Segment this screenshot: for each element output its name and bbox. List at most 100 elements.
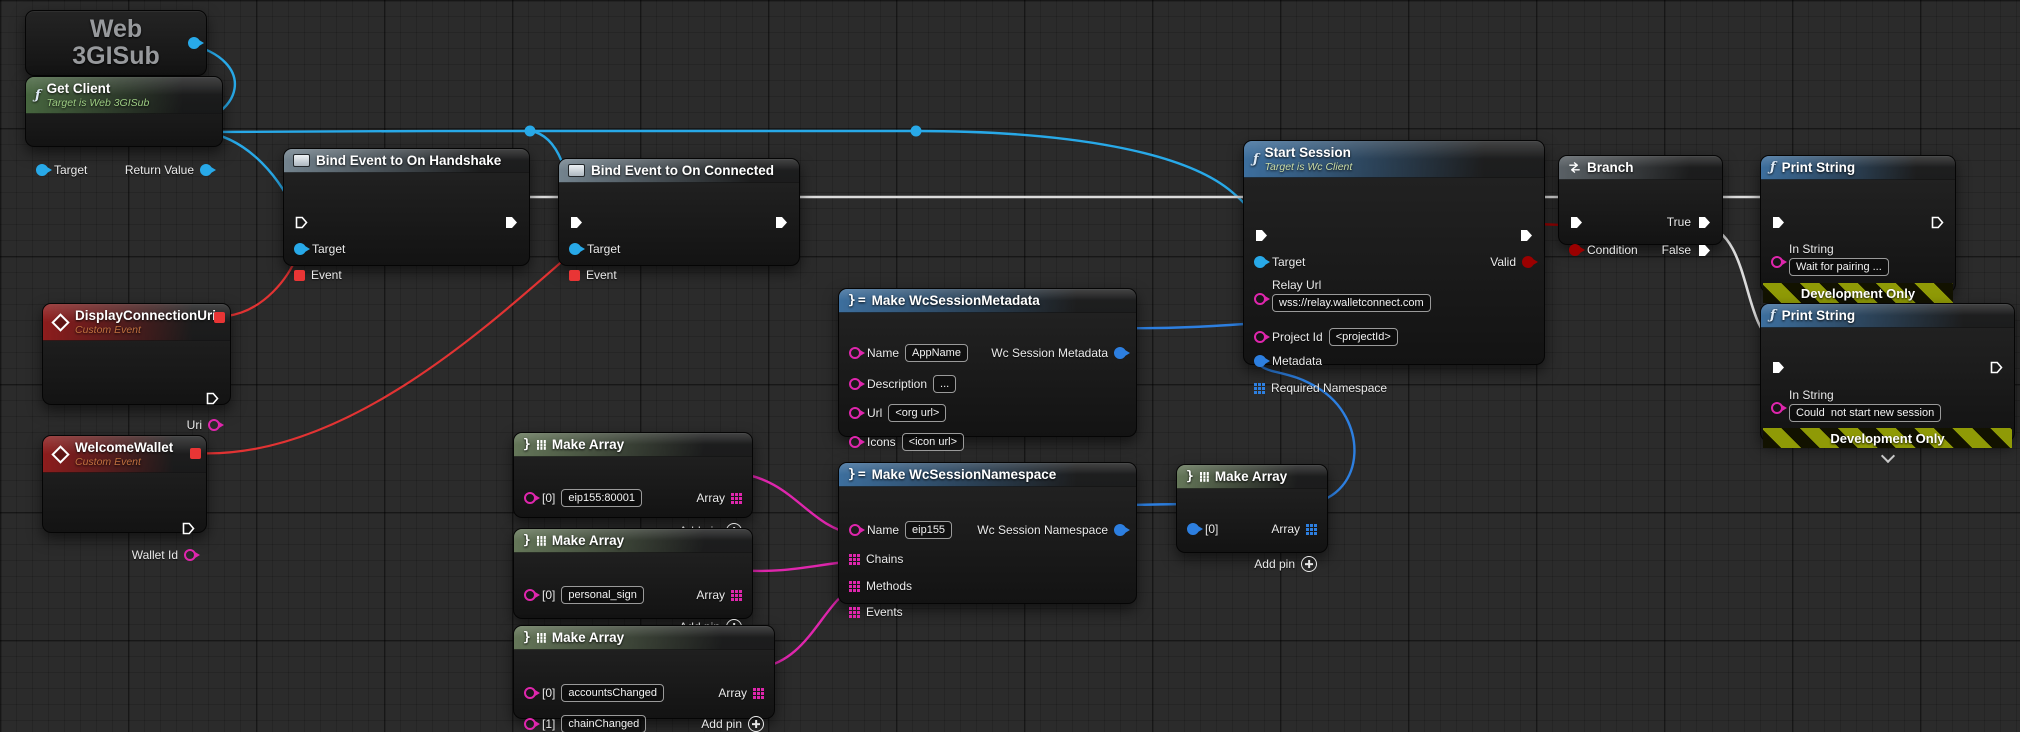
description-pin[interactable]	[849, 378, 865, 390]
node-make-wcsessionmetadata[interactable]: } = Make WcSessionMetadata Name AppName W…	[838, 288, 1137, 451]
relay-url-field[interactable]: wss://relay.walletconnect.com	[1272, 294, 1431, 313]
name-field[interactable]: eip155	[905, 521, 953, 539]
exec-out-pin[interactable]	[1519, 228, 1534, 243]
pin-label: Name	[867, 523, 900, 537]
add-pin-button[interactable]	[1301, 556, 1317, 572]
url-pin[interactable]	[849, 407, 865, 419]
array-output-pin[interactable]	[731, 589, 742, 601]
node-make-array-namespaces[interactable]: } Make Array [0] Array Add pin	[1176, 464, 1328, 572]
icons-field[interactable]: <icon url>	[901, 433, 964, 451]
node-title: Bind Event to On Handshake	[316, 153, 502, 168]
exec-out-pin[interactable]	[774, 215, 789, 230]
exec-in-pin[interactable]	[1771, 360, 1786, 375]
array-element-0-pin[interactable]	[524, 589, 540, 601]
exec-in-pin[interactable]	[1569, 215, 1584, 230]
target-pin[interactable]	[36, 164, 52, 177]
required-namespace-pin[interactable]	[1254, 382, 1265, 394]
uri-output-pin[interactable]	[208, 419, 224, 432]
namespace-output-pin[interactable]	[1114, 524, 1130, 536]
array-element-0-pin[interactable]	[1187, 523, 1203, 535]
node-print-string-wait[interactable]: ƒ Print String In String Wait for pairin…	[1760, 155, 1956, 318]
project-id-pin[interactable]	[1254, 331, 1270, 344]
valid-output-pin[interactable]	[1522, 256, 1538, 269]
exec-out-pin[interactable]	[1930, 215, 1945, 230]
methods-pin[interactable]	[849, 580, 860, 592]
name-field[interactable]: AppName	[905, 344, 968, 362]
exec-false-pin[interactable]	[1697, 243, 1712, 258]
node-title: Branch	[1587, 160, 1634, 175]
exec-in-pin[interactable]	[1254, 228, 1269, 243]
in-string-field[interactable]: Could not start new session	[1789, 404, 1942, 422]
array-output-pin[interactable]	[1306, 523, 1317, 535]
event-delegate-pin[interactable]	[294, 269, 305, 281]
delegate-output-pin[interactable]	[214, 312, 225, 323]
condition-pin[interactable]	[1569, 244, 1585, 256]
node-get-client[interactable]: ƒ Get Client Target is Web 3GISub Target…	[25, 76, 223, 177]
description-field[interactable]: ...	[933, 375, 957, 393]
node-start-session[interactable]: ƒ Start Session Target is Wc Client Targ…	[1243, 140, 1545, 395]
node-make-wcsessionnamespace[interactable]: } = Make WcSessionNamespace Name eip155 W…	[838, 462, 1137, 619]
url-field[interactable]: <org url>	[888, 404, 947, 422]
variable-title-line2: 3GISub	[72, 42, 160, 70]
exec-out-pin[interactable]	[504, 215, 519, 230]
array-element-0-field[interactable]: eip155:80001	[561, 489, 643, 507]
exec-out-pin[interactable]	[181, 521, 196, 536]
array-element-1-field[interactable]: chainChanged	[561, 715, 647, 732]
pin-label: False	[1661, 243, 1691, 257]
node-title: Print String	[1781, 308, 1856, 323]
events-pin[interactable]	[849, 606, 860, 618]
add-pin-label: Add pin	[701, 717, 742, 731]
node-print-string-fail[interactable]: ƒ Print String In String Could not start…	[1760, 303, 2015, 464]
chevron-down-icon[interactable]	[1880, 448, 1895, 464]
node-title: Make Array	[1214, 469, 1288, 484]
return-value-pin[interactable]	[200, 164, 216, 177]
target-pin[interactable]	[294, 243, 310, 255]
node-branch[interactable]: Branch True Condition False	[1558, 155, 1723, 257]
array-element-0-field[interactable]: accountsChanged	[561, 684, 665, 702]
wallet-id-output-pin[interactable]	[184, 549, 200, 562]
exec-true-pin[interactable]	[1697, 215, 1712, 230]
event-delegate-pin[interactable]	[569, 269, 580, 281]
pin-label: Array	[696, 588, 725, 602]
in-string-pin[interactable]	[1771, 402, 1787, 414]
node-bind-event-on-handshake[interactable]: Bind Event to On Handshake Target Event	[283, 148, 530, 282]
array-element-0-field[interactable]: personal_sign	[561, 586, 644, 604]
icons-pin[interactable]	[849, 436, 865, 448]
reroute-node[interactable]	[910, 125, 922, 137]
array-element-0-pin[interactable]	[524, 687, 540, 699]
variable-output-pin[interactable]	[188, 37, 204, 49]
in-string-pin[interactable]	[1771, 256, 1787, 268]
blueprint-graph-canvas[interactable]: Web 3GISub ƒ Get Client Target is Web 3G…	[0, 0, 2020, 732]
exec-in-pin[interactable]	[569, 215, 584, 230]
node-web-3gisub-variable[interactable]: Web 3GISub	[25, 10, 207, 76]
chains-pin[interactable]	[849, 553, 860, 565]
exec-in-pin[interactable]	[294, 215, 309, 230]
metadata-output-pin[interactable]	[1114, 347, 1130, 359]
node-title: Make Array	[551, 437, 625, 452]
project-id-field[interactable]: <projectId>	[1328, 328, 1398, 347]
metadata-pin[interactable]	[1254, 355, 1270, 368]
exec-out-pin[interactable]	[1989, 360, 2004, 375]
node-display-connection-uri-event[interactable]: DisplayConnectionUri Custom Event Uri	[42, 303, 231, 432]
reroute-node[interactable]	[524, 125, 536, 137]
array-element-1-pin[interactable]	[524, 718, 540, 730]
exec-out-pin[interactable]	[205, 391, 220, 406]
node-make-array-events[interactable]: } Make Array [0] accountsChanged Array […	[513, 625, 775, 732]
node-make-array-methods[interactable]: } Make Array [0] personal_sign Array Add…	[513, 528, 753, 635]
target-pin[interactable]	[1254, 256, 1270, 269]
pin-label: [0]	[542, 588, 556, 602]
relay-url-pin[interactable]	[1254, 293, 1270, 306]
name-pin[interactable]	[849, 347, 865, 359]
in-string-field[interactable]: Wait for pairing ...	[1789, 258, 1889, 276]
exec-in-pin[interactable]	[1771, 215, 1786, 230]
node-make-array-chains[interactable]: } Make Array [0] eip155:80001 Array Add …	[513, 432, 753, 539]
array-output-pin[interactable]	[753, 687, 764, 699]
array-output-pin[interactable]	[731, 492, 742, 504]
node-bind-event-on-connected[interactable]: Bind Event to On Connected Target Event	[558, 158, 800, 282]
node-welcome-wallet-event[interactable]: WelcomeWallet Custom Event Wallet Id	[42, 435, 207, 562]
array-element-0-pin[interactable]	[524, 492, 540, 504]
target-pin[interactable]	[569, 243, 585, 255]
delegate-output-pin[interactable]	[190, 448, 201, 459]
name-pin[interactable]	[849, 524, 865, 536]
add-pin-button[interactable]	[748, 716, 764, 732]
